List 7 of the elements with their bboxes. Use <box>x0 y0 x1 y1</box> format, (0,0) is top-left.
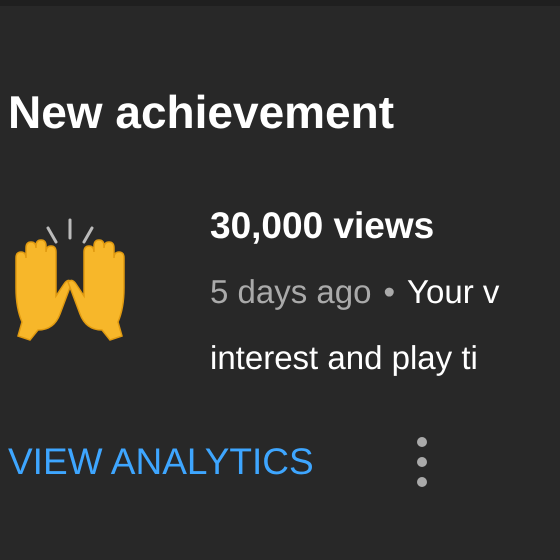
time-ago: 5 days ago <box>210 272 372 312</box>
separator-dot: • <box>383 272 396 312</box>
section-title: New achievement <box>8 85 394 140</box>
achievement-description: Your v <box>407 272 500 312</box>
achievement-description: interest and play ti <box>210 338 478 378</box>
achievement-heading: 30,000 views <box>210 204 434 248</box>
view-analytics-link[interactable]: VIEW ANALYTICS <box>8 440 314 484</box>
